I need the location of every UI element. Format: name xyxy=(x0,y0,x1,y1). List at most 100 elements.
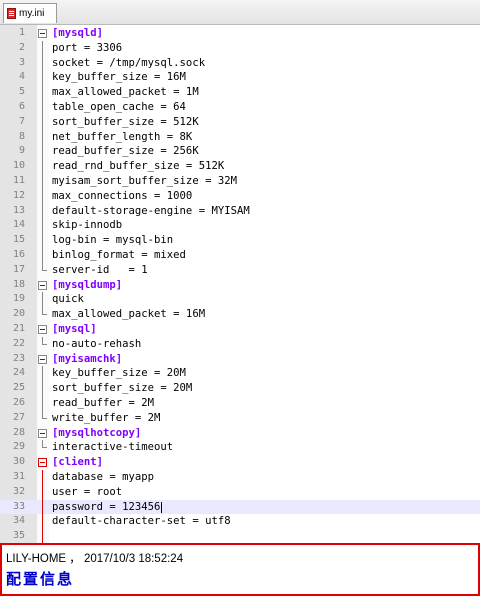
code-line[interactable]: 2 port = 3306 xyxy=(0,40,480,56)
fold-end-marker xyxy=(42,440,47,449)
line-number: 24 xyxy=(12,367,25,379)
code-line[interactable]: 4 key_buffer_size = 16M xyxy=(0,70,480,86)
code-text: database = myapp xyxy=(52,471,155,483)
code-line[interactable]: 21 [mysql] xyxy=(0,322,480,337)
line-number: 26 xyxy=(12,397,25,408)
code-line[interactable]: 35 xyxy=(0,529,480,544)
fold-line xyxy=(42,248,43,263)
code-line[interactable]: 27 write_buffer = 2M xyxy=(0,410,480,426)
code-text: key_buffer_size = 20M xyxy=(52,367,186,380)
code-text: server-id = 1 xyxy=(52,263,148,276)
text-cursor xyxy=(161,501,162,513)
code-line[interactable]: 17 server-id = 1 xyxy=(0,262,480,278)
fold-line xyxy=(42,203,43,219)
code-line[interactable]: 28 [mysqlhotcopy] xyxy=(0,426,480,441)
code-text: log-bin = mysql-bin xyxy=(52,234,174,247)
line-number: 17 xyxy=(12,263,25,275)
line-number: 5 xyxy=(18,86,25,98)
code-line[interactable]: 23 [myisamchk] xyxy=(0,352,480,367)
code-line[interactable]: 30 [client] xyxy=(0,455,480,470)
code-text: sort_buffer_size = 512K xyxy=(52,115,199,128)
fold-line xyxy=(42,129,43,145)
code-text: read_buffer_size = 256K xyxy=(52,145,199,158)
code-text: user = root xyxy=(52,485,123,498)
fold-line xyxy=(42,396,43,411)
code-line[interactable]: 13 default-storage-engine = MYISAM xyxy=(0,203,480,219)
line-number: 21 xyxy=(12,323,25,334)
fold-toggle-icon[interactable] xyxy=(38,29,47,38)
line-number: 1 xyxy=(18,27,25,38)
tab-label: my.ini xyxy=(19,8,45,19)
line-number: 28 xyxy=(12,426,25,438)
fold-toggle-icon[interactable] xyxy=(38,458,47,468)
line-number: 32 xyxy=(12,485,25,497)
fold-line xyxy=(42,188,43,204)
line-number: 30 xyxy=(12,456,25,468)
code-line[interactable]: 1 [mysqld] xyxy=(0,26,480,41)
code-line[interactable]: 33 password = 123456 xyxy=(0,499,480,515)
code-line[interactable]: 8 net_buffer_length = 8K xyxy=(0,129,480,145)
code-editor[interactable]: 1 [mysqld] 2 port = 3306 3 socket = /tmp/mysq… xyxy=(0,25,480,586)
line-number: 12 xyxy=(12,189,25,201)
tab-bar: my.ini xyxy=(0,0,480,25)
fold-toggle-icon[interactable] xyxy=(38,280,47,290)
fold-line xyxy=(42,144,43,160)
code-line[interactable]: 24 key_buffer_size = 20M xyxy=(0,366,480,382)
code-line[interactable]: 14 skip-innodb xyxy=(0,218,480,234)
code-line[interactable]: 15 log-bin = mysql-bin xyxy=(0,233,480,248)
code-text: binlog_format = mixed xyxy=(52,249,186,261)
file-icon xyxy=(7,8,16,19)
fold-end-marker xyxy=(42,410,47,419)
line-number: 3 xyxy=(18,56,25,68)
line-number: 29 xyxy=(12,441,25,453)
code-line[interactable]: 11 myisam_sort_buffer_size = 32M xyxy=(0,174,480,189)
code-text: key_buffer_size = 16M xyxy=(52,71,186,84)
line-number: 15 xyxy=(12,234,25,246)
tab-my-ini[interactable]: my.ini xyxy=(3,3,57,23)
fold-line xyxy=(42,159,43,174)
code-line[interactable]: 26 read_buffer = 2M xyxy=(0,396,480,411)
section-header: [mysqld] xyxy=(52,27,104,39)
line-number: 9 xyxy=(18,145,25,157)
line-number: 23 xyxy=(12,352,25,364)
fold-toggle-icon[interactable] xyxy=(38,325,47,334)
code-line[interactable]: 20 max_allowed_packet = 16M xyxy=(0,307,480,322)
code-text: write_buffer = 2M xyxy=(52,411,161,424)
fold-toggle-icon[interactable] xyxy=(38,354,47,364)
fold-line xyxy=(42,85,43,100)
code-line[interactable]: 32 user = root xyxy=(0,484,480,500)
fold-end-marker xyxy=(42,307,47,316)
code-line[interactable]: 18 [mysqldump] xyxy=(0,278,480,293)
code-text: socket = /tmp/mysql.sock xyxy=(52,56,206,69)
code-line[interactable]: 34 default-character-set = utf8 xyxy=(0,514,480,530)
code-line[interactable]: 7 sort_buffer_size = 512K xyxy=(0,114,480,130)
fold-toggle-icon[interactable] xyxy=(38,428,47,438)
code-line[interactable]: 22 no-auto-rehash xyxy=(0,336,480,352)
info-panel: LILY-HOME ， 2017/10/3 18:52:24 配置信息 xyxy=(0,543,480,596)
code-line[interactable]: 25 sort_buffer_size = 20M xyxy=(0,381,480,396)
code-line[interactable]: 19 quick xyxy=(0,292,480,308)
code-line[interactable]: 9 read_buffer_size = 256K xyxy=(0,144,480,160)
line-number: 14 xyxy=(12,219,25,231)
fold-end-marker xyxy=(42,336,47,345)
code-line[interactable]: 31 database = myapp xyxy=(0,470,480,485)
fold-line xyxy=(42,366,43,382)
fold-line xyxy=(42,218,43,234)
code-line[interactable]: 29 interactive-timeout xyxy=(0,440,480,455)
code-text: quick xyxy=(52,293,84,306)
fold-line xyxy=(42,499,43,515)
line-number: 31 xyxy=(12,471,25,482)
code-line[interactable]: 16 binlog_format = mixed xyxy=(0,248,480,263)
code-text: max_allowed_packet = 16M xyxy=(52,308,206,321)
fold-line xyxy=(42,484,43,500)
code-line[interactable]: 3 socket = /tmp/mysql.sock xyxy=(0,55,480,71)
code-line[interactable]: 12 max_connections = 1000 xyxy=(0,188,480,204)
line-number: 11 xyxy=(12,175,25,186)
fold-line xyxy=(42,174,43,189)
code-line[interactable]: 6 table_open_cache = 64 xyxy=(0,100,480,115)
code-line[interactable]: 10 read_rnd_buffer_size = 512K xyxy=(0,159,480,174)
line-number: 33 xyxy=(12,500,25,512)
code-line[interactable]: 5 max_allowed_packet = 1M xyxy=(0,85,480,100)
line-number: 20 xyxy=(12,308,25,320)
code-text: no-auto-rehash xyxy=(52,337,142,350)
